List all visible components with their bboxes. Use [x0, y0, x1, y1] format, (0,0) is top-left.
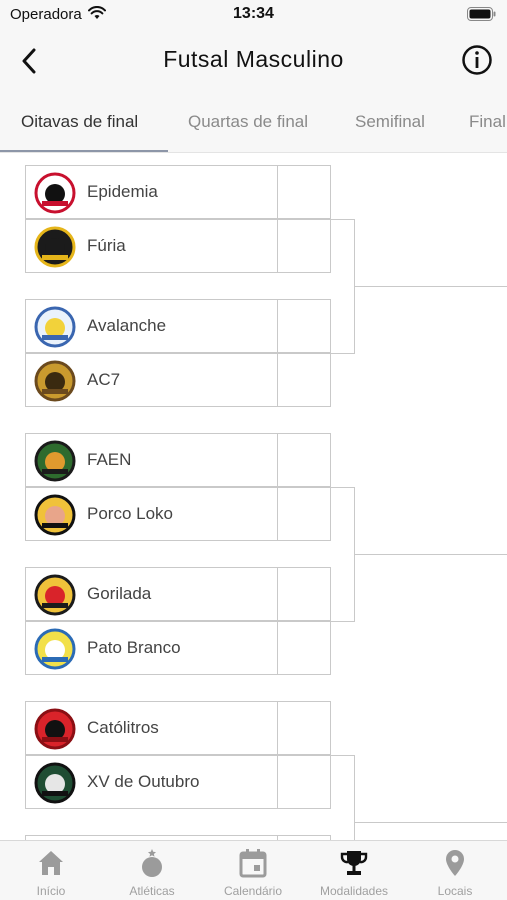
- porco-loko-logo-icon: [34, 494, 76, 536]
- team-row[interactable]: XV de Outubro: [25, 755, 278, 809]
- xv-de-outubro-logo-icon: [34, 762, 76, 804]
- tab-oitavas-de-final[interactable]: Oitavas de final: [21, 112, 138, 132]
- score-cell: [278, 353, 331, 407]
- gorilada-logo-icon: [34, 574, 76, 616]
- score-cell: [278, 621, 331, 675]
- score-cell: [278, 755, 331, 809]
- team-name: Católitros: [87, 718, 159, 737]
- avalanche-logo-icon: [34, 306, 76, 348]
- team-name: Epidemia: [87, 182, 158, 201]
- bracket-connector-line: [331, 219, 355, 220]
- bracket-connector-line: [354, 554, 507, 555]
- bottom-tab-label: Modalidades: [319, 884, 389, 898]
- team-row[interactable]: Porco Loko: [25, 487, 278, 541]
- battery-icon: [467, 7, 496, 21]
- calendar-icon: [239, 849, 267, 878]
- team-name: Fúria: [87, 236, 126, 255]
- team-name: XV de Outubro: [87, 772, 200, 791]
- catolitros-logo-icon: [34, 708, 76, 750]
- status-time: 13:34: [233, 5, 274, 22]
- team-row[interactable]: AC7: [25, 353, 278, 407]
- trophy-icon: [340, 851, 368, 875]
- bottom-tab-label: Atléticas: [129, 884, 175, 898]
- team-name: Porco Loko: [87, 504, 173, 523]
- team-name: Gorilada: [87, 584, 152, 603]
- round-tabs: Oitavas de final Quartas de final Semifi…: [0, 94, 507, 152]
- bottom-tab-atleticas[interactable]: Atléticas: [107, 845, 197, 899]
- team-row[interactable]: Pato Branco: [25, 621, 278, 675]
- tab-quartas-de-final[interactable]: Quartas de final: [188, 112, 308, 132]
- team-row[interactable]: Católitros: [25, 701, 278, 755]
- score-cell: [278, 165, 331, 219]
- team-row[interactable]: Epidemia: [25, 165, 278, 219]
- status-bar: Operadora 13:34: [0, 0, 507, 30]
- score-cell: [278, 487, 331, 541]
- team-name: AC7: [87, 370, 121, 389]
- bottom-tab-bar: Início Atléticas Calendário Modalidades: [0, 840, 507, 900]
- bottom-tab-locais[interactable]: Locais: [410, 845, 500, 899]
- bottom-tab-label: Calendário: [223, 884, 283, 898]
- navigation-bar: Futsal Masculino: [0, 30, 507, 94]
- ac7-logo-icon: [34, 360, 76, 402]
- team-row[interactable]: Avalanche: [25, 299, 278, 353]
- team-name: Avalanche: [87, 316, 167, 335]
- tab-final[interactable]: Final: [469, 112, 506, 132]
- team-row[interactable]: Gorilada: [25, 567, 278, 621]
- bracket: Epidemia Fúria Avalanche AC7 FAEN Porco Loko G…: [0, 153, 507, 840]
- score-cell: [278, 433, 331, 487]
- home-icon: [39, 851, 63, 875]
- team-name: Pato Branco: [87, 638, 181, 657]
- faen-logo-icon: [34, 440, 76, 482]
- bottom-tab-label: Locais: [437, 884, 473, 898]
- bottom-tab-calendario[interactable]: Calendário: [208, 845, 298, 899]
- team-row[interactable]: Fúria: [25, 219, 278, 273]
- bottom-tab-modalidades[interactable]: Modalidades: [309, 845, 399, 899]
- furia-logo-icon: [34, 226, 76, 268]
- bracket-connector-line: [331, 487, 355, 488]
- score-cell: [278, 299, 331, 353]
- score-cell: [278, 701, 331, 755]
- medal-icon: [142, 849, 162, 877]
- bracket-connector-line: [354, 286, 507, 287]
- pato-branco-logo-icon: [34, 628, 76, 670]
- location-pin-icon: [446, 850, 464, 876]
- epidemia-logo-icon: [34, 172, 76, 214]
- bracket-connector-line: [354, 822, 507, 823]
- bracket-connector-line: [331, 353, 355, 354]
- team-name: FAEN: [87, 450, 132, 469]
- bottom-tab-label: Início: [36, 884, 66, 898]
- info-icon[interactable]: [461, 44, 493, 76]
- score-cell: [278, 567, 331, 621]
- bottom-tab-inicio[interactable]: Início: [6, 845, 96, 899]
- bracket-connector-line: [354, 755, 355, 840]
- bracket-connector-line: [331, 621, 355, 622]
- bracket-connector-line: [331, 755, 355, 756]
- tab-semifinal[interactable]: Semifinal: [355, 112, 425, 132]
- page-title: Futsal Masculino: [163, 46, 344, 72]
- team-row[interactable]: FAEN: [25, 433, 278, 487]
- score-cell: [278, 219, 331, 273]
